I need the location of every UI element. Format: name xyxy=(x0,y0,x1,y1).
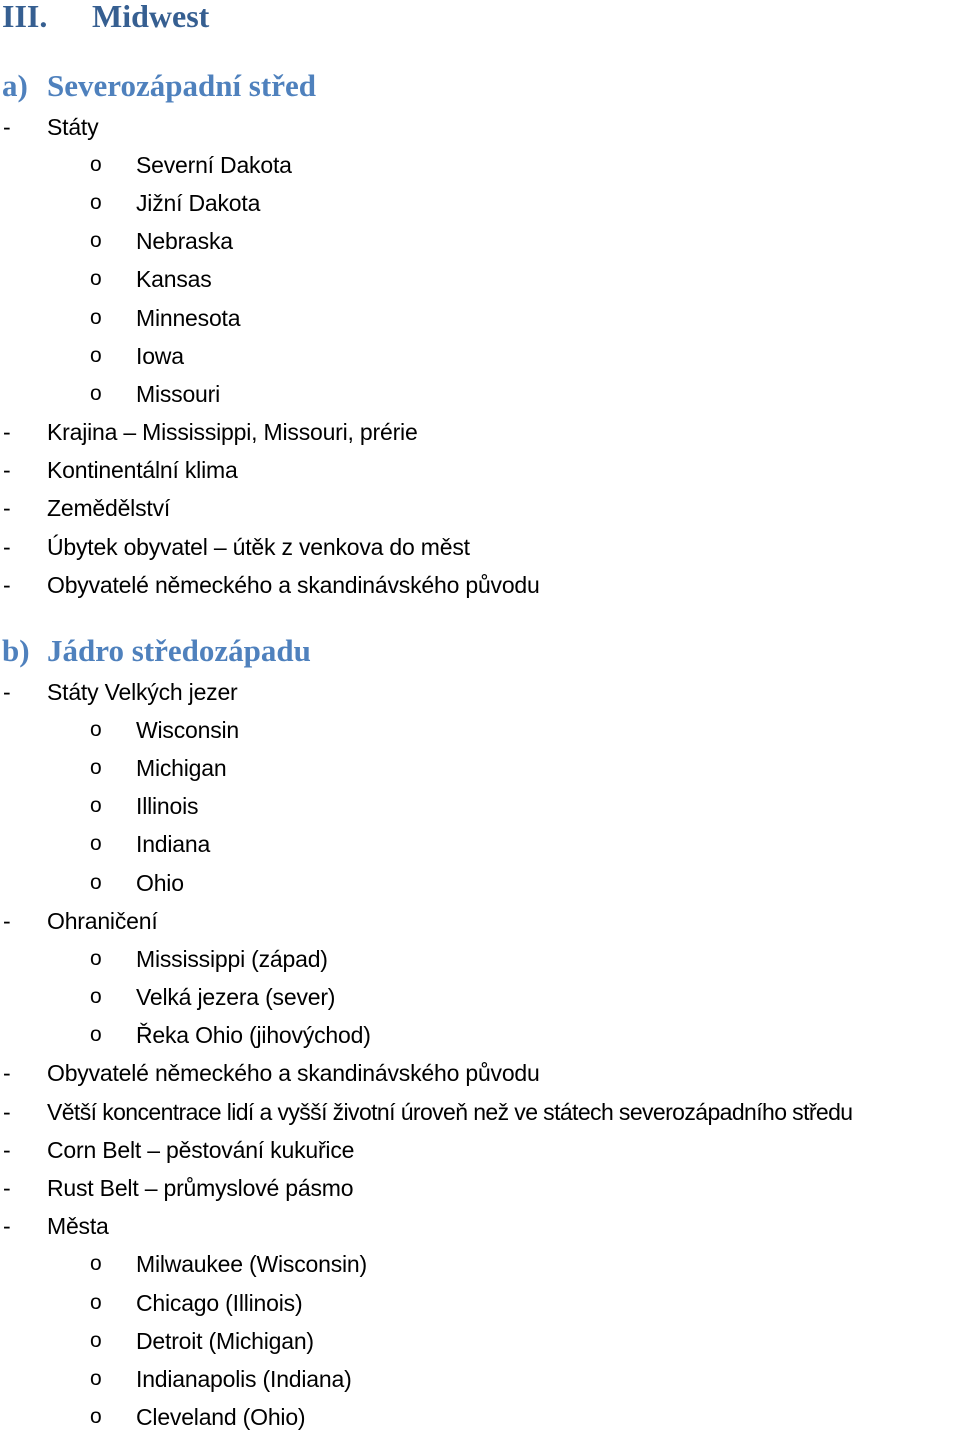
circle-bullet-icon: o xyxy=(90,153,102,176)
dash-bullet-icon: - xyxy=(3,457,11,483)
circle-bullet-icon: o xyxy=(90,344,102,367)
dash-bullet-icon: - xyxy=(3,419,11,445)
dash-bullet-icon: - xyxy=(3,1175,11,1201)
dash-bullet-icon: - xyxy=(3,908,11,934)
section-title: Severozápadní střed xyxy=(47,68,316,103)
circle-bullet-icon: o xyxy=(90,985,102,1008)
section-marker: a) xyxy=(2,68,28,103)
circle-bullet-icon: o xyxy=(90,871,102,894)
circle-bullet-icon: o xyxy=(90,1329,102,1352)
section-heading-b: b) Jádro středozápadu xyxy=(2,631,311,671)
dash-bullet-icon: - xyxy=(3,495,11,521)
chapter-number: III. xyxy=(2,0,48,34)
circle-bullet-icon: o xyxy=(90,191,102,214)
circle-bullet-icon: o xyxy=(90,947,102,970)
section-heading-a: a) Severozápadní střed xyxy=(2,66,316,106)
section-marker: b) xyxy=(2,633,30,668)
dash-bullet-icon: - xyxy=(3,1060,11,1086)
dash-bullet-icon: - xyxy=(3,1213,11,1239)
section-title: Jádro středozápadu xyxy=(47,633,311,668)
dash-bullet-icon: - xyxy=(3,572,11,598)
circle-bullet-icon: o xyxy=(90,1252,102,1275)
dash-bullet-icon: - xyxy=(3,1099,11,1125)
circle-bullet-icon: o xyxy=(90,267,102,290)
circle-bullet-icon: o xyxy=(90,306,102,329)
chapter-heading: III. Midwest xyxy=(2,0,209,36)
circle-bullet-icon: o xyxy=(90,832,102,855)
chapter-title: Midwest xyxy=(92,0,210,34)
circle-bullet-icon: o xyxy=(90,1291,102,1314)
circle-bullet-icon: o xyxy=(90,718,102,741)
circle-bullet-icon: o xyxy=(90,1405,102,1428)
circle-bullet-icon: o xyxy=(90,1023,102,1046)
dash-bullet-icon: - xyxy=(3,1137,11,1163)
circle-bullet-icon: o xyxy=(90,382,102,405)
circle-bullet-icon: o xyxy=(90,229,102,252)
circle-bullet-icon: o xyxy=(90,794,102,817)
dash-bullet-icon: - xyxy=(3,114,11,140)
dash-bullet-icon: - xyxy=(3,534,11,560)
dash-bullet-icon: - xyxy=(3,679,11,705)
circle-bullet-icon: o xyxy=(90,756,102,779)
circle-bullet-icon: o xyxy=(90,1367,102,1390)
